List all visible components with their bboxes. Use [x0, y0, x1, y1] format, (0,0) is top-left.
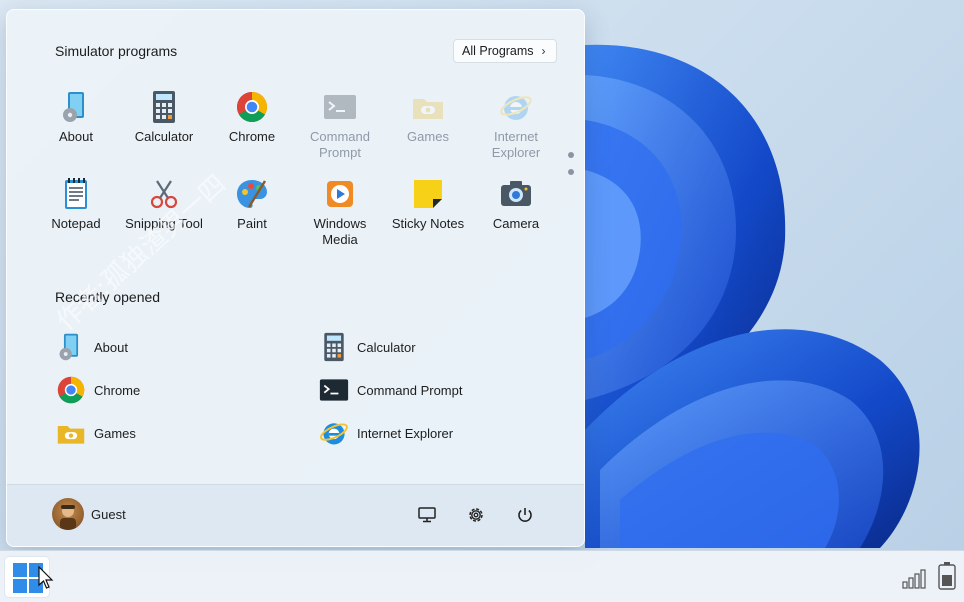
pinned-internet-explorer[interactable]: Internet Explorer — [472, 90, 560, 161]
pinned-games[interactable]: Games — [384, 90, 472, 145]
recent-item-label: Calculator — [357, 339, 416, 355]
user-name: Guest — [91, 506, 126, 522]
pinned-label: About — [59, 129, 93, 144]
calculator-icon — [153, 91, 175, 123]
pinned-label: Chrome — [228, 129, 276, 144]
recent-item-games[interactable]: Games — [56, 417, 136, 449]
gear-icon — [469, 508, 483, 522]
pinned-sticky-notes[interactable]: Sticky Notes — [384, 177, 472, 232]
power-icon — [518, 508, 532, 522]
games-icon — [57, 425, 85, 444]
recent-item-label: Chrome — [94, 382, 141, 398]
recent-item-command-prompt[interactable]: Command Prompt — [319, 374, 462, 406]
pinned-label: Paint — [237, 216, 267, 231]
pinned-label: Notepad — [51, 216, 101, 231]
recent-section-title: Recently opened — [55, 289, 161, 305]
pinned-label: Command Prompt — [310, 129, 370, 160]
settings-button[interactable] — [464, 503, 488, 527]
recent-item-label: About — [94, 339, 128, 355]
page-dot[interactable] — [568, 169, 574, 175]
pinned-label: Games — [407, 129, 449, 144]
pinned-camera[interactable]: Camera — [472, 177, 560, 232]
pinned-windows-media[interactable]: Windows Media — [296, 177, 384, 248]
pinned-notepad[interactable]: Notepad — [32, 177, 120, 232]
recent-item-calculator[interactable]: Calculator — [319, 331, 416, 363]
pinned-section-title: Simulator programs — [55, 43, 178, 59]
recent-item-label: Games — [94, 425, 136, 441]
chevron-right-icon: › — [541, 44, 546, 58]
about-icon — [59, 333, 79, 361]
recent-item-about[interactable]: About — [56, 331, 128, 363]
pinned-label: Windows Media — [313, 216, 367, 247]
all-programs-button[interactable]: All Programs › — [453, 39, 557, 63]
start-menu-footer: Guest — [7, 484, 584, 546]
calculator-icon — [324, 332, 344, 362]
internet-explorer-icon — [500, 96, 532, 120]
pinned-about[interactable]: About — [32, 90, 120, 145]
pinned-chrome[interactable]: Chrome — [208, 90, 296, 145]
page-dot[interactable] — [568, 152, 574, 158]
pinned-paint[interactable]: Paint — [208, 177, 296, 232]
camera-icon — [501, 181, 531, 206]
display-icon — [418, 507, 436, 523]
notepad-icon — [65, 178, 87, 209]
user-account-button[interactable]: Guest — [52, 498, 126, 530]
windows-logo-icon — [13, 563, 43, 593]
command-prompt-icon — [319, 379, 349, 401]
battery-icon[interactable] — [937, 561, 957, 591]
paint-icon — [237, 180, 267, 208]
pinned-snipping-tool[interactable]: Snipping Tool — [120, 177, 208, 232]
recent-item-label: Internet Explorer — [357, 425, 454, 441]
pinned-label: Snipping Tool — [125, 216, 203, 231]
start-button[interactable] — [4, 556, 50, 598]
page-indicator[interactable] — [568, 152, 574, 186]
start-menu: Simulator programs All Programs › About … — [6, 9, 585, 547]
power-button[interactable] — [513, 503, 537, 527]
recent-item-label: Command Prompt — [357, 382, 463, 398]
display-button[interactable] — [415, 503, 439, 527]
chrome-icon — [57, 376, 85, 404]
pinned-label: Internet Explorer — [491, 129, 541, 160]
internet-explorer-icon — [320, 423, 348, 445]
pinned-label: Camera — [492, 216, 540, 231]
user-avatar-icon — [60, 505, 76, 530]
command-prompt-icon — [324, 95, 356, 119]
recent-item-chrome[interactable]: Chrome — [56, 374, 140, 406]
taskbar — [0, 550, 964, 602]
signal-icon[interactable] — [902, 565, 930, 589]
snipping-tool-icon — [150, 180, 178, 209]
chrome-icon — [236, 92, 268, 123]
avatar — [52, 498, 84, 530]
windows-media-icon — [327, 181, 353, 207]
sticky-notes-icon — [414, 180, 442, 208]
games-icon — [413, 99, 443, 119]
pinned-label: Calculator — [134, 129, 194, 144]
about-icon — [63, 92, 84, 122]
all-programs-label: All Programs — [462, 44, 534, 58]
recent-item-internet-explorer[interactable]: Internet Explorer — [319, 417, 453, 449]
pinned-calculator[interactable]: Calculator — [120, 90, 208, 145]
pinned-command-prompt[interactable]: Command Prompt — [296, 90, 384, 161]
pinned-label: Sticky Notes — [391, 216, 465, 231]
